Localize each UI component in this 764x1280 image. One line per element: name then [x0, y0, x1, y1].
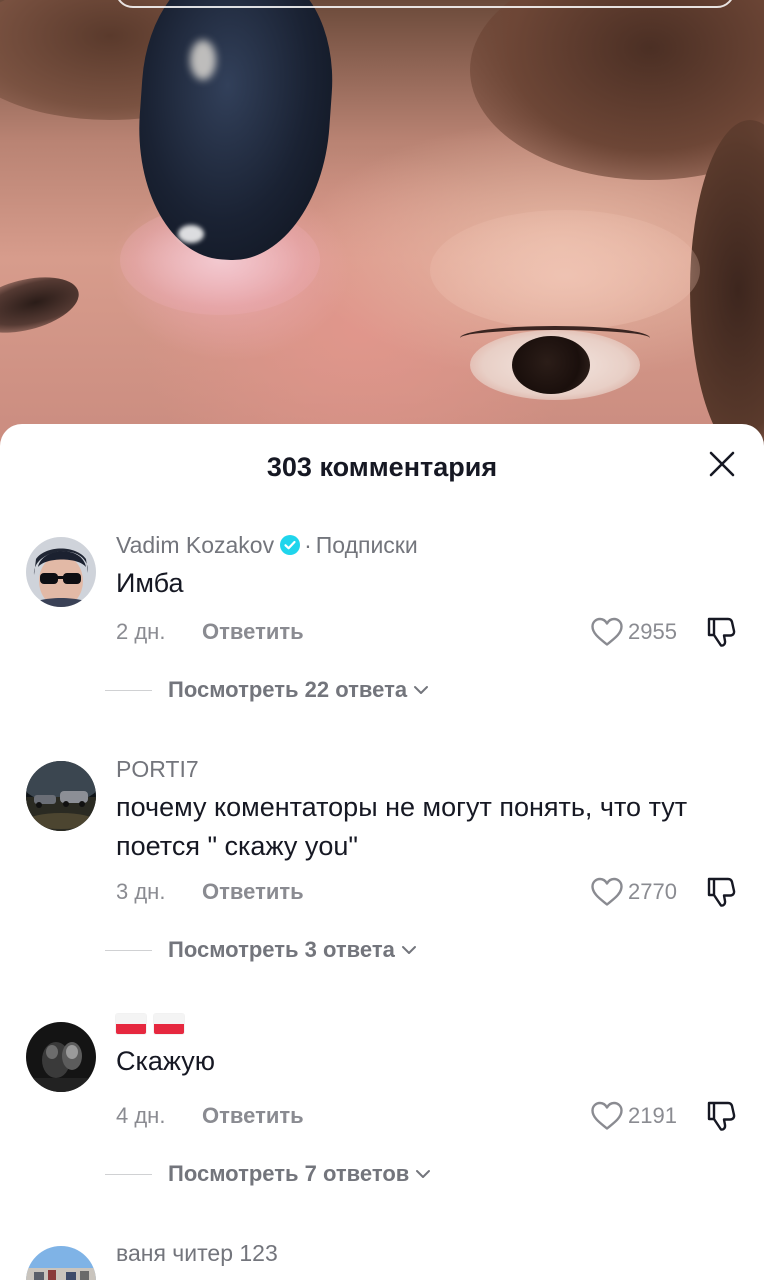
heart-outline-icon — [591, 1101, 623, 1130]
like-count: 2191 — [628, 1103, 677, 1128]
comment-text: почему коментаторы не могут понять, что … — [116, 792, 688, 861]
reply-button[interactable]: Ответить — [202, 1103, 304, 1129]
comment-author[interactable] — [116, 1014, 724, 1034]
video-highlight — [178, 225, 204, 243]
avatar[interactable] — [26, 537, 96, 607]
video-highlight — [190, 40, 216, 80]
divider-line — [105, 949, 152, 951]
avatar[interactable] — [26, 1246, 96, 1280]
reply-button[interactable]: Ответить — [202, 879, 304, 905]
comments-sheet: 303 комментария Vadim Kozakov · Подписки… — [0, 424, 764, 1280]
divider-line — [105, 689, 152, 691]
comment-text: Имба — [116, 568, 184, 598]
heart-outline-icon — [591, 877, 623, 906]
comment-text: Скажую — [116, 1046, 216, 1076]
like-button[interactable]: 2770 — [590, 877, 684, 907]
avatar[interactable] — [26, 1022, 96, 1092]
close-button[interactable] — [700, 444, 744, 484]
author-separator: · — [304, 532, 312, 558]
relation-label: Подписки — [315, 532, 418, 558]
thumbs-down-icon — [707, 1101, 736, 1131]
comment-date: 4 дн. — [116, 1103, 166, 1128]
video-eye — [0, 267, 85, 343]
like-count: 2770 — [628, 879, 677, 904]
thumbs-down-icon — [707, 617, 736, 647]
view-replies-label: Посмотреть 3 ответа — [168, 937, 395, 962]
video-frame[interactable] — [0, 0, 764, 470]
chevron-down-icon — [413, 684, 429, 696]
view-replies-button[interactable]: Посмотреть 22 ответа — [105, 674, 429, 706]
comment-author[interactable]: ваня читер 123 — [116, 1238, 278, 1268]
flag-poland-icon — [116, 1014, 146, 1034]
view-replies-label: Посмотреть 7 ответов — [168, 1161, 410, 1186]
close-icon — [709, 451, 735, 477]
video-lash — [460, 326, 650, 350]
view-replies-label: Посмотреть 22 ответа — [168, 677, 408, 702]
thumbs-down-icon — [707, 877, 736, 907]
view-replies-button[interactable]: Посмотреть 3 ответа — [105, 934, 417, 966]
flag-poland-icon — [154, 1014, 184, 1034]
like-button[interactable]: 2191 — [590, 1101, 684, 1131]
comment-author[interactable]: PORTI7 — [116, 754, 199, 784]
chevron-down-icon — [401, 944, 417, 956]
dislike-button[interactable] — [704, 875, 738, 909]
view-replies-button[interactable]: Посмотреть 7 ответов — [105, 1158, 431, 1190]
avatar[interactable] — [26, 761, 96, 831]
comment-date: 2 дн. — [116, 619, 166, 644]
like-count: 2955 — [628, 619, 677, 644]
comment-author[interactable]: Vadim Kozakov — [116, 530, 274, 560]
verified-badge-icon — [280, 535, 301, 555]
heart-outline-icon — [591, 617, 623, 646]
reply-button[interactable]: Ответить — [202, 619, 304, 645]
dislike-button[interactable] — [704, 615, 738, 649]
like-button[interactable]: 2955 — [590, 617, 684, 647]
dislike-button[interactable] — [704, 1099, 738, 1133]
chevron-down-icon — [415, 1168, 431, 1180]
comments-count-title: 303 комментария — [266, 452, 498, 482]
divider-line — [105, 1173, 152, 1175]
search-bar[interactable] — [115, 0, 735, 8]
comment-date: 3 дн. — [116, 879, 166, 904]
video-eyelid — [430, 210, 700, 330]
